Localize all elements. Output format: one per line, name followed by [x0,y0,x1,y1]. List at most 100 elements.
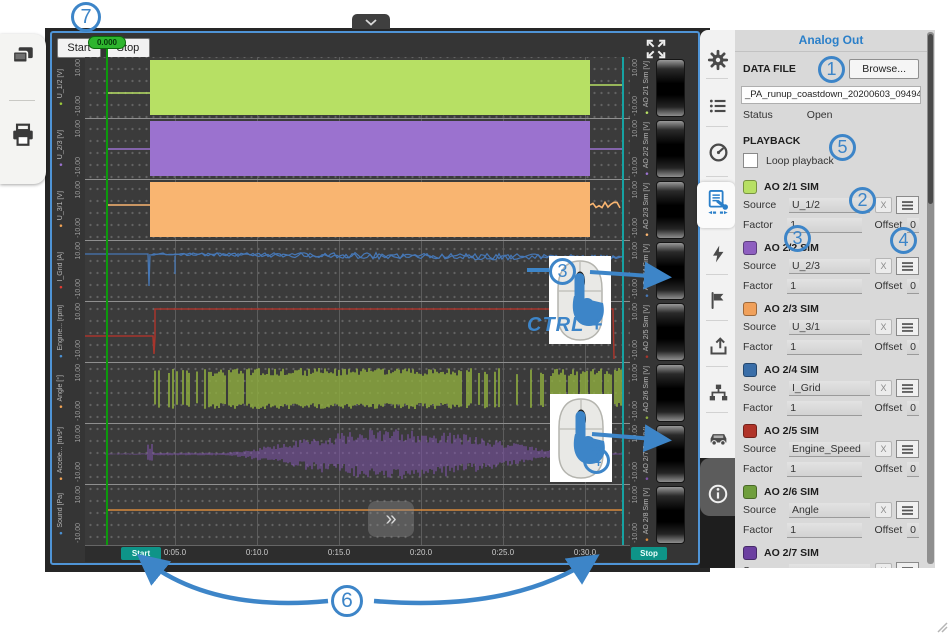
offset-field[interactable]: 0 [907,279,919,294]
export-icon[interactable] [706,334,730,358]
clear-source-button[interactable]: X [875,563,892,568]
start-marker[interactable]: Start [121,547,161,560]
ao-channel-group: AO 2/1 SIM Source U_1/2 X Factor 1 Offse… [743,178,919,235]
right-channel-labels: 10.00 -10.00 ● AO 2/1 Sim [V] 10.00 -10.… [630,57,654,545]
power-lightning-icon[interactable] [706,242,730,266]
callout-4: 4 [583,447,610,474]
level-meter [656,59,685,117]
printer-icon[interactable] [8,120,38,150]
ao-channel-label: 10.00 -10.00 ● AO 2/5 Sim [V] [630,301,654,362]
analog-out-panel: Analog Out DATA FILE Browse... _PA_runup… [735,30,935,568]
channel-trace [85,179,630,240]
channel-trace [85,118,630,179]
channel-color-swatch [743,363,757,377]
source-menu-button[interactable] [896,318,919,336]
source-menu-button[interactable] [896,440,919,458]
offset-field[interactable]: 0 [907,340,919,355]
level-meter [656,364,685,422]
network-icon[interactable] [706,380,730,404]
source-field[interactable]: I_Grid [789,381,870,396]
level-meter [656,425,685,483]
resize-grip[interactable] [936,620,948,638]
source-menu-button[interactable] [896,562,919,568]
factor-label: Factor [743,524,787,536]
vehicle-icon[interactable] [706,426,730,450]
ao-channel-label: 10.00 -10.00 ● AO 2/1 Sim [V] [630,57,654,118]
ctrl-key-annotation: CTRL + [527,314,622,337]
source-field[interactable]: Angle [789,503,870,518]
time-tick: 0:20.0 [410,548,432,557]
clear-source-button[interactable]: X [875,258,892,274]
data-file-label: DATA FILE [743,63,796,75]
source-field[interactable]: U_3/1 [789,320,870,335]
ao-channel-label: 10.00 -10.00 ● AO 2/8 Sim [V] [630,484,654,545]
settings-gear-icon[interactable] [706,48,730,72]
ao-channel-label: 10.00 -10.00 ● AO 2/7 Sim [V] [630,423,654,484]
ao-channel-label: 10.00 -10.00 ● AO 2/3 Sim [V] [630,179,654,240]
source-field[interactable]: Engine_Speed [789,442,870,457]
offset-field[interactable]: 0 [907,523,919,538]
factor-field[interactable]: 1 [787,340,862,355]
source-menu-button[interactable] [896,379,919,397]
factor-field[interactable]: 1 [787,279,862,294]
offset-label: Offset [874,463,907,475]
source-menu-button[interactable] [896,257,919,275]
factor-label: Factor [743,463,787,475]
output-level-meters [654,57,686,545]
stop-marker[interactable]: Stop [631,547,667,560]
status-label: Status [743,109,773,121]
source-menu-button[interactable] [896,196,919,214]
panel-scrollbar[interactable] [927,32,934,564]
flag-icon[interactable] [706,288,730,312]
offset-field[interactable]: 0 [907,462,919,477]
channel-trace [85,423,630,484]
fast-forward-button[interactable]: » [368,501,414,537]
clear-source-button[interactable]: X [875,197,892,213]
offset-label: Offset [874,341,907,353]
playback-position-cursor[interactable] [106,39,108,545]
callout-7: 7 [71,2,101,32]
factor-field[interactable]: 1 [787,401,862,416]
ao-channel-group: AO 2/5 SIM Source Engine_Speed X Factor … [743,422,919,479]
dock-divider [9,100,35,101]
ao-channel-name: AO 2/7 SIM [764,547,819,559]
callout-2: 2 [849,187,876,214]
displays-icon[interactable] [8,42,38,72]
loop-playback-checkbox[interactable] [743,153,758,168]
source-field[interactable] [789,564,870,569]
offset-label: Offset [874,280,907,292]
source-field[interactable]: U_2/3 [789,259,870,274]
measure-gauge-icon[interactable] [706,140,730,164]
offset-label: Offset [874,402,907,414]
ao-channel-name: AO 2/5 SIM [764,425,819,437]
factor-label: Factor [743,341,787,353]
clear-source-button[interactable]: X [875,441,892,457]
channel-label: ● Angle [°] 10.00 -10.00 [52,362,85,423]
factor-field[interactable]: 1 [787,462,862,477]
callout-6: 6 [331,585,363,617]
clear-source-button[interactable]: X [875,319,892,335]
ao-channel-group: AO 2/7 SIM Source X Factor Offset [743,544,919,568]
source-menu-button[interactable] [896,501,919,519]
info-icon[interactable] [706,482,730,506]
collapse-top-tab[interactable] [352,14,390,29]
screen: Start Stop ● U_1/2 [V] 10.00 -10.00 ● U_… [0,0,950,640]
channel-label: ● U_3/1 [V] 10.00 -10.00 [52,179,85,240]
browse-button[interactable]: Browse... [849,59,919,79]
factor-field[interactable]: 1 [787,523,862,538]
stop-position-cursor[interactable] [622,57,624,545]
offset-label: Offset [874,524,907,536]
side-toolbar [700,30,735,568]
status-value: Open [807,109,833,121]
loop-playback-label: Loop playback [766,155,834,167]
time-tick: 0:05.0 [164,548,186,557]
source-label: Source [743,443,789,455]
data-file-name-field[interactable]: _PA_runup_coastdown_20200603_094944_1.dm… [741,86,921,104]
clear-source-button[interactable]: X [875,502,892,518]
analog-out-icon[interactable] [706,190,730,214]
clear-source-button[interactable]: X [875,380,892,396]
source-label: Source [743,382,789,394]
channel-list-icon[interactable] [706,94,730,118]
offset-field[interactable]: 0 [907,401,919,416]
level-meter [656,242,685,300]
